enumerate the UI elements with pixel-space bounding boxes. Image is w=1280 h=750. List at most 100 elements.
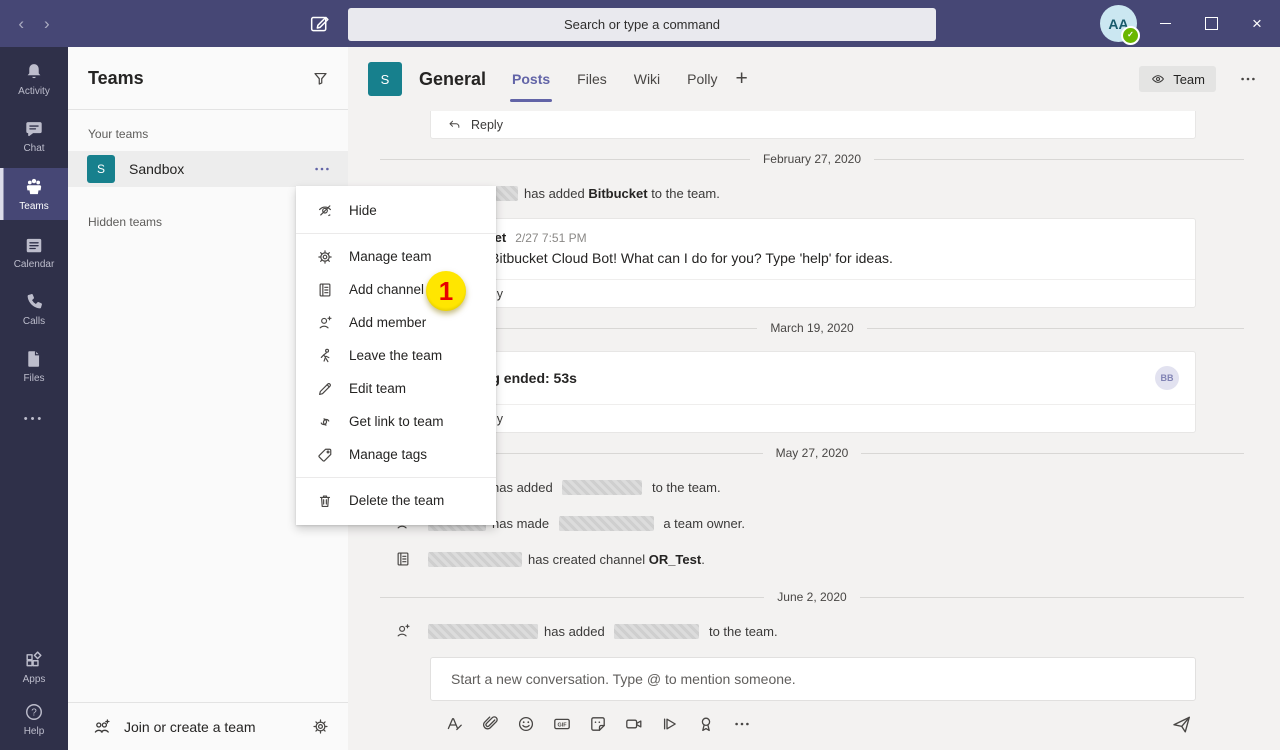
reply-button[interactable]: Reply bbox=[431, 404, 1195, 432]
rail-bottom: Apps?Help bbox=[0, 640, 68, 744]
compose-tool-gif[interactable]: GIF bbox=[552, 714, 572, 734]
people-add-icon bbox=[92, 717, 112, 737]
menu-item-manage-tags[interactable]: Manage tags bbox=[296, 438, 496, 471]
teams-icon bbox=[23, 176, 45, 198]
history-nav: ‹ › bbox=[0, 0, 68, 47]
minimize-button[interactable] bbox=[1142, 0, 1188, 47]
compose-tool-emoji[interactable] bbox=[516, 714, 536, 734]
panel-title: Teams bbox=[88, 68, 311, 89]
date-divider-label: May 27, 2020 bbox=[776, 446, 849, 460]
rail-item-label: Calls bbox=[23, 316, 45, 327]
channel-icon bbox=[316, 281, 334, 299]
annotation-badge-1: 1 bbox=[426, 271, 466, 311]
maximize-button[interactable] bbox=[1188, 0, 1234, 47]
menu-item-label: Leave the team bbox=[349, 348, 442, 363]
compose-input[interactable] bbox=[449, 670, 1195, 688]
date-divider-label: February 27, 2020 bbox=[763, 152, 861, 166]
status-available-icon: ✓ bbox=[1121, 26, 1140, 45]
redacted-name bbox=[428, 624, 538, 639]
app-rail: ActivityChatTeamsCalendarCallsFiles ••• … bbox=[0, 47, 68, 750]
system-message: has added Bitbucket to the team. bbox=[394, 184, 1196, 202]
date-divider-label: March 19, 2020 bbox=[770, 321, 853, 335]
meeting-card: Meeting ended: 53sBBReply bbox=[430, 351, 1196, 433]
compose-tool-attach[interactable] bbox=[480, 714, 500, 734]
sticker-icon bbox=[588, 714, 608, 734]
menu-item-edit-team[interactable]: Edit team bbox=[296, 372, 496, 405]
tab-files[interactable]: Files bbox=[577, 47, 607, 111]
channel-more-options-icon[interactable] bbox=[1238, 69, 1258, 89]
rail-more-button[interactable]: ••• bbox=[0, 413, 68, 425]
tab-polly[interactable]: Polly bbox=[687, 47, 717, 111]
close-button[interactable]: × bbox=[1234, 0, 1280, 47]
team-name: Sandbox bbox=[129, 161, 312, 177]
rail-items: Activity Chat Teams Calendar Calls Files bbox=[0, 47, 68, 391]
team-privacy-button[interactable]: Team bbox=[1139, 66, 1216, 92]
reply-button[interactable]: Reply bbox=[431, 111, 1195, 138]
add-tab-button[interactable]: + bbox=[736, 67, 748, 91]
menu-item-delete-the-team[interactable]: Delete the team bbox=[296, 484, 496, 517]
menu-item-label: Hide bbox=[349, 203, 377, 218]
filter-icon[interactable] bbox=[311, 69, 330, 88]
tab-wiki[interactable]: Wiki bbox=[634, 47, 660, 111]
calls-icon bbox=[23, 291, 45, 313]
join-create-team[interactable]: Join or create a team bbox=[68, 702, 348, 750]
chat-icon bbox=[23, 118, 45, 140]
reply-button[interactable]: Reply bbox=[431, 279, 1195, 307]
menu-item-add-member[interactable]: Add member bbox=[296, 306, 496, 339]
avatar[interactable]: AA ✓ bbox=[1100, 5, 1137, 42]
rail-item-files[interactable]: Files bbox=[0, 341, 68, 391]
compose-box[interactable] bbox=[430, 657, 1196, 701]
forward-icon[interactable]: › bbox=[44, 15, 50, 32]
compose-tool-praise[interactable] bbox=[696, 714, 716, 734]
menu-item-leave-the-team[interactable]: Leave the team bbox=[296, 339, 496, 372]
files-icon bbox=[23, 348, 45, 370]
more-icon bbox=[732, 714, 752, 734]
date-divider: February 27, 2020 bbox=[380, 152, 1244, 166]
stream-icon bbox=[660, 714, 680, 734]
window-controls: × bbox=[1142, 0, 1280, 47]
manage-teams-gear-icon[interactable] bbox=[311, 717, 330, 736]
system-message: has added to the team. bbox=[394, 478, 1196, 496]
compose-tool-sticker[interactable] bbox=[588, 714, 608, 734]
compose-tool-stream[interactable] bbox=[660, 714, 680, 734]
compose-tool-more[interactable] bbox=[732, 714, 752, 734]
bell-icon bbox=[23, 61, 45, 83]
compose-tool-format[interactable] bbox=[444, 714, 464, 734]
menu-separator bbox=[296, 477, 496, 478]
rail-item-help[interactable]: ?Help bbox=[0, 694, 68, 744]
video-icon bbox=[624, 714, 644, 734]
rail-item-label: Calendar bbox=[14, 259, 55, 270]
tab-posts[interactable]: Posts bbox=[512, 47, 550, 111]
attach-icon bbox=[480, 714, 500, 734]
rail-item-chat[interactable]: Chat bbox=[0, 111, 68, 161]
date-divider: March 19, 2020 bbox=[380, 321, 1244, 335]
minimize-icon bbox=[1160, 23, 1171, 24]
menu-item-manage-team[interactable]: Manage team bbox=[296, 240, 496, 273]
system-message: has created channel OR_Test. bbox=[394, 550, 1196, 568]
menu-separator bbox=[296, 233, 496, 234]
your-teams-label: Your teams bbox=[88, 127, 348, 141]
gear-icon bbox=[316, 248, 334, 266]
search-input[interactable] bbox=[348, 8, 936, 41]
compose-tool-video[interactable] bbox=[624, 714, 644, 734]
menu-item-hide[interactable]: Hide bbox=[296, 194, 496, 227]
rail-item-calendar[interactable]: Calendar bbox=[0, 227, 68, 277]
channel-header: S General PostsFilesWikiPolly + Team bbox=[348, 47, 1280, 111]
rail-item-calls[interactable]: Calls bbox=[0, 284, 68, 334]
rail-item-apps[interactable]: Apps bbox=[0, 642, 68, 692]
menu-item-get-link-to-team[interactable]: Get link to team bbox=[296, 405, 496, 438]
tag-icon bbox=[316, 446, 334, 464]
trash-icon bbox=[316, 492, 334, 510]
send-button[interactable] bbox=[1171, 714, 1192, 735]
rail-item-activity[interactable]: Activity bbox=[0, 54, 68, 104]
svg-text:GIF: GIF bbox=[558, 723, 568, 729]
compose-toolbar: GIF bbox=[444, 712, 1196, 736]
back-icon[interactable]: ‹ bbox=[18, 15, 24, 32]
team-row-sandbox[interactable]: S Sandbox bbox=[68, 151, 348, 187]
date-divider-label: June 2, 2020 bbox=[777, 590, 846, 604]
new-chat-icon[interactable] bbox=[308, 12, 331, 35]
menu-item-add-channel[interactable]: Add channel bbox=[296, 273, 496, 306]
reply-label: Reply bbox=[471, 118, 503, 132]
team-more-options-icon[interactable] bbox=[312, 159, 332, 179]
rail-item-teams[interactable]: Teams bbox=[0, 168, 68, 220]
